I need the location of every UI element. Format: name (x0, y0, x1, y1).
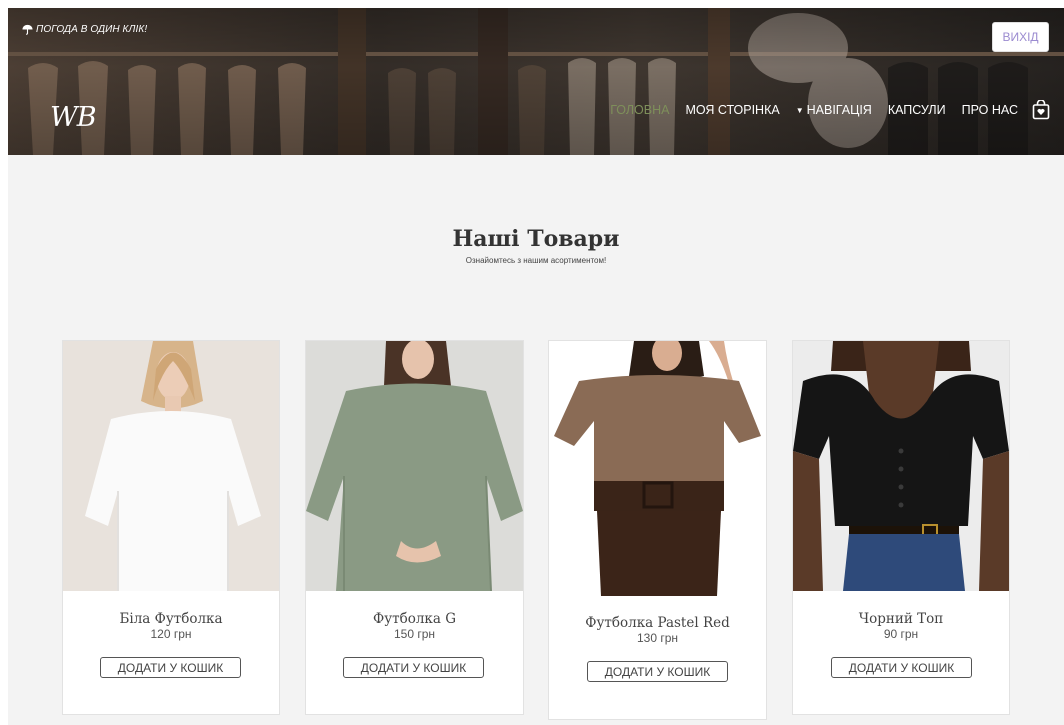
weather-link-label: ПОГОДА В ОДИН КЛІК! (36, 24, 148, 35)
section-title: Наші Товари (452, 226, 620, 252)
product-card: Біла Футболка 120 грн ДОДАТИ У КОШИК (62, 340, 280, 715)
product-name[interactable]: Біла Футболка (63, 611, 279, 627)
product-card: Футболка Pastel Red 130 грн ДОДАТИ У КОШ… (548, 340, 767, 720)
product-card: Футболка G 150 грн ДОДАТИ У КОШИК (305, 340, 524, 715)
product-name[interactable]: Футболка G (306, 611, 523, 627)
product-image[interactable] (549, 341, 766, 596)
add-to-cart-button[interactable]: ДОДАТИ У КОШИК (343, 657, 484, 678)
weather-link[interactable]: ПОГОДА В ОДИН КЛІК! (22, 24, 147, 35)
product-name[interactable]: Чорний Топ (793, 611, 1009, 627)
nav-item-navigation-label: НАВІГАЦІЯ (806, 103, 872, 117)
black-top-photo (793, 341, 1009, 591)
shopping-bag-icon[interactable] (1032, 100, 1050, 120)
add-to-cart-button[interactable]: ДОДАТИ У КОШИК (100, 657, 241, 678)
brown-tshirt-photo (549, 341, 766, 596)
nav-item-navigation[interactable]: ▼ НАВІГАЦІЯ (796, 103, 872, 117)
green-tshirt-photo (306, 341, 523, 591)
nav-item-capsules[interactable]: КАПСУЛИ (888, 103, 946, 117)
product-name[interactable]: Футболка Pastel Red (549, 615, 766, 631)
page: ПОГОДА В ОДИН КЛІК! ВИХІД WB ГОЛОВНА МОЯ… (8, 8, 1064, 725)
product-image[interactable] (793, 341, 1009, 591)
hero-overlay (8, 8, 1064, 155)
nav-item-my-page[interactable]: МОЯ СТОРІНКА (685, 103, 779, 117)
product-image[interactable] (306, 341, 523, 591)
add-to-cart-button[interactable]: ДОДАТИ У КОШИК (587, 661, 728, 682)
section-subtitle: Ознайомтесь з нашим асортиментом! (465, 256, 607, 265)
product-price: 150 грн (393, 627, 436, 641)
white-tshirt-photo (63, 341, 279, 591)
product-price: 90 грн (883, 627, 919, 641)
umbrella-icon (22, 24, 33, 35)
product-price: 120 грн (150, 627, 192, 641)
nav-item-home[interactable]: ГОЛОВНА (610, 103, 669, 117)
caret-down-icon: ▼ (795, 105, 804, 115)
product-card: Чорний Топ 90 грн ДОДАТИ У КОШИК (792, 340, 1010, 715)
hero-header: ПОГОДА В ОДИН КЛІК! ВИХІД WB ГОЛОВНА МОЯ… (8, 8, 1064, 155)
main-nav: ГОЛОВНА МОЯ СТОРІНКА ▼ НАВІГАЦІЯ КАПСУЛИ… (594, 99, 1050, 121)
add-to-cart-button[interactable]: ДОДАТИ У КОШИК (831, 657, 972, 678)
logout-button[interactable]: ВИХІД (992, 22, 1049, 52)
product-price: 130 грн (636, 631, 679, 645)
nav-item-about[interactable]: ПРО НАС (962, 103, 1018, 117)
site-logo[interactable]: WB (50, 102, 97, 133)
product-image[interactable] (63, 341, 279, 591)
